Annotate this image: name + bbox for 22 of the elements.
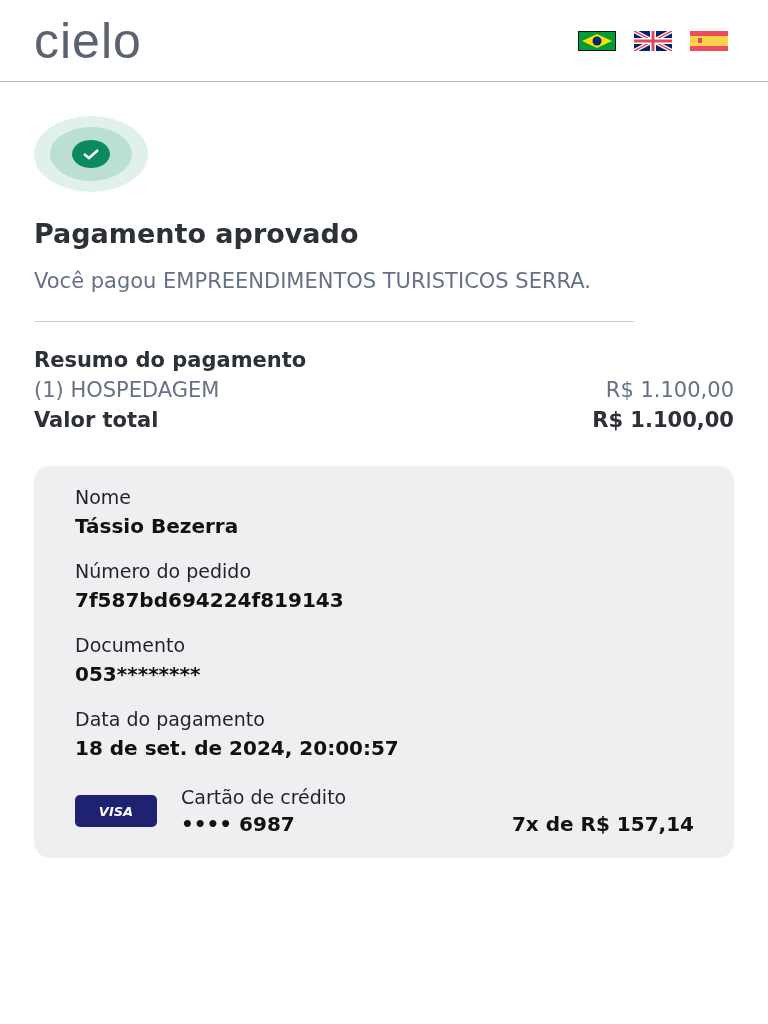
detail-value: Tássio Bezerra bbox=[75, 514, 240, 538]
card-brand-logo: VISA bbox=[75, 795, 157, 827]
detail-value: 18 de set. de 2024, 20:00:57 bbox=[75, 736, 400, 760]
detail-value: 053******** bbox=[75, 662, 202, 686]
status-title: Pagamento aprovado bbox=[34, 218, 360, 249]
detail-label: Número do pedido bbox=[75, 560, 252, 582]
detail-label: Documento bbox=[75, 634, 187, 656]
total-amount: R$ 1.100,00 bbox=[592, 408, 734, 432]
detail-value: 7f587bd694224f819143 bbox=[75, 588, 345, 612]
language-flag-button[interactable] bbox=[634, 30, 672, 51]
detail-label: Data do pagamento bbox=[75, 708, 266, 730]
item-label: (1) HOSPEDAGEM bbox=[34, 378, 220, 402]
detail-label: Nome bbox=[75, 486, 133, 508]
card-number: •••• 6987 bbox=[181, 812, 295, 836]
installments: 7x de R$ 157,14 bbox=[511, 812, 694, 836]
summary-title: Resumo do pagamento bbox=[34, 348, 308, 372]
status-message: Você pagou EMPREENDIMENTOS TURISTICOS SERRA. bbox=[34, 265, 634, 322]
logo: cielo bbox=[34, 15, 142, 66]
payment-method: Cartão de crédito bbox=[181, 786, 348, 808]
item-amount: R$ 1.100,00 bbox=[605, 378, 734, 402]
total-label: Valor total bbox=[34, 408, 159, 432]
language-flag-button[interactable] bbox=[578, 30, 616, 51]
